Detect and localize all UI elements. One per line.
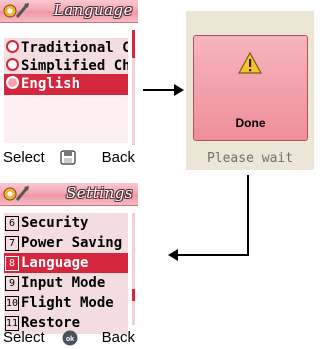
- page-title: Settings: [66, 184, 133, 202]
- back-softkey[interactable]: Back: [102, 146, 135, 170]
- scrollbar[interactable]: [132, 213, 135, 325]
- menu-item-power-saving[interactable]: 7 Power Saving: [4, 233, 128, 254]
- scrollbar-thumb[interactable]: [132, 30, 135, 58]
- item-number: 6: [5, 216, 19, 231]
- menu-item-flight-mode[interactable]: 10 Flight Mode: [4, 293, 128, 314]
- dialog-message: Done: [235, 116, 266, 130]
- flow-arrow-line: [247, 175, 249, 255]
- select-softkey[interactable]: Select: [3, 327, 45, 349]
- back-softkey[interactable]: Back: [102, 327, 135, 349]
- item-number: 7: [5, 236, 19, 251]
- ok-icon[interactable]: ok: [62, 330, 78, 346]
- flow-arrow-line: [143, 89, 177, 91]
- scrollbar[interactable]: [132, 30, 135, 145]
- menu-item-security[interactable]: 6 Security: [4, 213, 128, 234]
- wait-top-border: [186, 7, 314, 11]
- warning-icon: [238, 52, 262, 74]
- list-item-label: Simplified Chi: [21, 58, 128, 74]
- arrow-left-icon: [168, 249, 178, 261]
- list-item-label: English: [21, 76, 81, 92]
- svg-text:ok: ok: [66, 336, 74, 343]
- language-title-bar: Language: [0, 0, 138, 23]
- language-screen: Language Traditional C Simplified Chi En…: [0, 0, 138, 170]
- select-softkey[interactable]: Select: [3, 146, 45, 170]
- menu-item-label: Input Mode: [21, 275, 106, 291]
- menu-item-label: Language: [21, 255, 89, 271]
- menu-item-label: Security: [21, 215, 89, 231]
- settings-logo-icon: [3, 3, 29, 18]
- list-item-label: Traditional C: [21, 40, 128, 56]
- page-title: Language: [53, 1, 133, 19]
- list-item-english[interactable]: English: [4, 74, 128, 95]
- item-number: 10: [5, 296, 19, 311]
- scrollbar-thumb[interactable]: [132, 289, 135, 301]
- menu-item-label: Flight Mode: [21, 295, 114, 311]
- list-empty-row: [4, 95, 128, 143]
- status-text: Please wait: [206, 151, 294, 166]
- radio-button[interactable]: [6, 58, 19, 71]
- menu-item-input-mode[interactable]: 9 Input Mode: [4, 273, 128, 294]
- item-number: 9: [5, 276, 19, 291]
- radio-button[interactable]: [6, 40, 19, 53]
- settings-logo-icon: [3, 186, 29, 201]
- settings-screen: Settings 6 Security 7 Power Saving 8 Langua…: [0, 183, 138, 349]
- arrow-right-icon: [174, 84, 184, 96]
- menu-item-label: Power Saving: [21, 235, 123, 251]
- item-number: 8: [5, 256, 19, 271]
- softkey-bar: Select ok Back: [0, 327, 138, 349]
- radio-button[interactable]: [6, 76, 19, 89]
- settings-title-bar: Settings: [0, 183, 138, 206]
- menu-item-language[interactable]: 8 Language: [4, 253, 128, 274]
- menu-icon[interactable]: [60, 150, 76, 165]
- softkey-bar: Select Back: [0, 146, 138, 170]
- wait-screen: Done Please wait: [186, 7, 314, 170]
- flow-arrow-line: [176, 254, 249, 256]
- done-dialog: Done: [193, 35, 308, 141]
